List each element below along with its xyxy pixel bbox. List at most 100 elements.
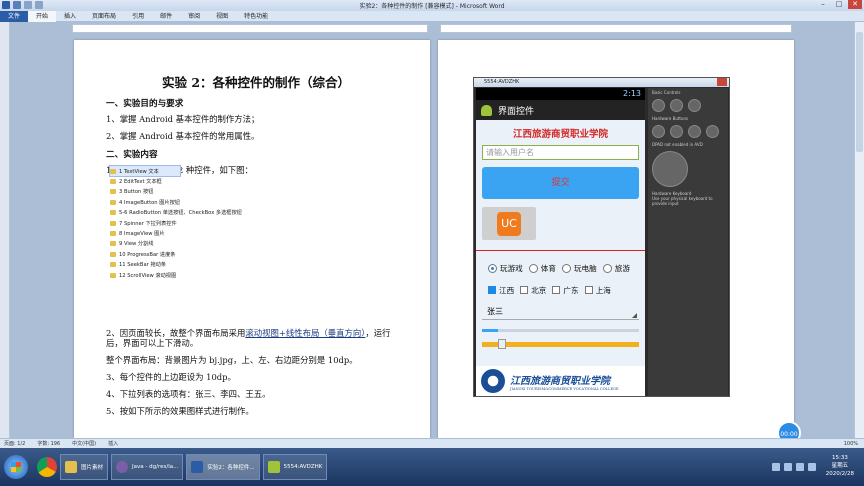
- list-item-label: 10 ProgressBar 进度条: [119, 251, 176, 258]
- tab-mailings[interactable]: 邮件: [152, 11, 180, 22]
- emulator-title: 5554:AVDZHK: [484, 79, 520, 85]
- close-button[interactable]: ✕: [848, 0, 862, 9]
- folder-icon: [110, 220, 116, 226]
- emulator-screen[interactable]: 2:13 界面控件 江西旅游商贸职业学院 请输入用户名 提交 UC 玩游戏 体育…: [476, 88, 645, 396]
- list-item-label: 4 ImageButton 图片按钮: [119, 199, 180, 206]
- android-emulator-window[interactable]: 5554:AVDZHK 2:13 界面控件 江西旅游商贸职业学院 请输入用户名 …: [473, 77, 730, 397]
- folder-icon: [110, 179, 116, 185]
- language-indicator[interactable]: 中文(中国): [72, 440, 96, 447]
- username-edittext[interactable]: 请输入用户名: [482, 145, 639, 160]
- section-heading-2: 二、实验内容: [106, 150, 158, 161]
- tray-arrow-icon[interactable]: [771, 463, 780, 471]
- divider-view: [476, 250, 645, 251]
- checkbox[interactable]: [552, 286, 561, 294]
- list-item: 9 View 分割线: [110, 239, 270, 249]
- tab-file[interactable]: 文件: [0, 10, 29, 22]
- list-item-label: 12 ScrollView 滚动视图: [119, 272, 177, 279]
- uc-browser-icon: UC: [497, 211, 521, 236]
- folder-icon: [110, 199, 116, 205]
- tab-special[interactable]: 特色功能: [236, 11, 276, 22]
- radio-group: 玩游戏 体育 玩电脑 旅游: [482, 257, 639, 279]
- checkbox[interactable]: [520, 286, 529, 294]
- vertical-ruler: [0, 22, 10, 438]
- submit-button[interactable]: 提交: [482, 167, 639, 199]
- list-item-label: 2 EditText 文本框: [119, 179, 162, 186]
- checkbox-group: 江西 北京 广东 上海: [482, 279, 639, 301]
- controls-label-hardware: Hardware Buttons: [652, 116, 689, 121]
- paragraph-2-prefix: 2、因页面较长，故整个界面布局采用: [106, 328, 246, 338]
- power-icon[interactable]: [688, 99, 701, 112]
- minimize-button[interactable]: –: [816, 0, 830, 9]
- search-icon[interactable]: [706, 125, 719, 138]
- menu-icon[interactable]: [670, 125, 683, 138]
- system-tray: 15:33 星期五 2020/2/28: [771, 455, 864, 478]
- folder-icon: [65, 461, 77, 473]
- maximize-button[interactable]: □: [832, 0, 846, 9]
- taskbar-task[interactable]: 实验2：各种控件...: [186, 454, 260, 480]
- tab-review[interactable]: 审阅: [180, 11, 208, 22]
- radio-button[interactable]: [561, 263, 571, 273]
- taskbar-task[interactable]: Java - dg/res/la...: [111, 454, 184, 480]
- folder-icon: [110, 272, 116, 278]
- list-item: 8 ImageView 图片: [110, 228, 270, 238]
- home-icon[interactable]: [652, 125, 665, 138]
- spinner-dropdown[interactable]: 张三: [482, 304, 639, 320]
- radio-button[interactable]: [602, 263, 612, 273]
- seek-bar[interactable]: [482, 339, 639, 349]
- tab-page-layout[interactable]: 页面布局: [84, 11, 124, 22]
- school-logo-imageview: 江西旅游商贸职业学院 JIANGXI TOURISM&COMMERCE VOCA…: [476, 366, 645, 396]
- list-item: 10 ProgressBar 进度条: [110, 249, 270, 259]
- taskbar-task[interactable]: 5554:AVDZHK: [262, 454, 328, 480]
- seek-thumb[interactable]: [497, 339, 506, 349]
- scrollbar-thumb[interactable]: [856, 32, 863, 152]
- volume-up-icon[interactable]: [670, 99, 683, 112]
- checkbox[interactable]: [488, 286, 496, 294]
- back-icon[interactable]: [688, 125, 701, 138]
- insert-mode[interactable]: 插入: [108, 440, 118, 447]
- app-content[interactable]: 江西旅游商贸职业学院 请输入用户名 提交 UC 玩游戏 体育 玩电脑 旅游 江西…: [476, 120, 645, 396]
- chrome-icon[interactable]: [37, 457, 57, 477]
- section-heading-1: 一、实验目的与要求: [106, 99, 184, 109]
- page-count[interactable]: 页面: 1/2: [4, 440, 25, 447]
- list-item: 7 Spinner 下拉列表控件: [110, 218, 270, 228]
- window-title: 实验2：各种控件的制作 [兼容模式] - Microsoft Word: [359, 3, 505, 10]
- volume-icon[interactable]: [795, 463, 804, 471]
- tab-insert[interactable]: 插入: [56, 11, 84, 22]
- paragraph-5: 4、下拉列表的选项有：张三、李四、王五。: [106, 389, 271, 400]
- vertical-scrollbar[interactable]: [854, 22, 864, 438]
- horizontal-ruler-page2: [440, 24, 792, 33]
- dpad-control[interactable]: [652, 151, 688, 187]
- list-item-label: 7 Spinner 下拉列表控件: [119, 220, 177, 227]
- tray-clock[interactable]: 15:33 星期五 2020/2/28: [820, 455, 860, 478]
- network-icon[interactable]: [783, 463, 792, 471]
- emulator-close-button[interactable]: [717, 78, 727, 86]
- folder-icon: [110, 231, 116, 237]
- paragraph-2: 2、因页面较长，故整个界面布局采用滚动视图+线性布局（垂直方向），运行后，界面可…: [106, 328, 406, 348]
- taskbar-task[interactable]: 图片素材: [60, 454, 109, 480]
- list-item-label: 11 SeekBar 拖动条: [119, 262, 167, 269]
- app-title: 界面控件: [498, 106, 535, 117]
- clock-weekday: 星期五: [831, 463, 849, 470]
- word-count[interactable]: 字数: 196: [37, 440, 60, 447]
- folder-icon: [110, 210, 116, 216]
- flag-icon[interactable]: [807, 463, 816, 471]
- logo-chinese: 江西旅游商贸职业学院: [510, 375, 610, 387]
- zoom-level[interactable]: 100%: [844, 441, 858, 447]
- list-item-label: 3 Button 按钮: [119, 189, 154, 196]
- image-button[interactable]: UC: [482, 207, 536, 240]
- list-item: 4 ImageButton 图片按钮: [110, 197, 270, 207]
- tab-view[interactable]: 视图: [208, 11, 236, 22]
- radio-button[interactable]: [528, 263, 538, 273]
- task-label: 图片素材: [81, 465, 104, 471]
- radio-label: 体育: [540, 263, 556, 273]
- start-button[interactable]: [4, 455, 28, 479]
- android-robot-icon: [481, 104, 492, 116]
- tab-home[interactable]: 开始: [28, 10, 57, 22]
- task-label: 实验2：各种控件...: [207, 465, 255, 471]
- eclipse-icon: [116, 461, 129, 473]
- checkbox[interactable]: [584, 286, 593, 294]
- horizontal-ruler[interactable]: [72, 24, 428, 33]
- tab-references[interactable]: 引用: [124, 11, 152, 22]
- radio-button[interactable]: [488, 263, 497, 273]
- volume-down-icon[interactable]: [652, 99, 665, 112]
